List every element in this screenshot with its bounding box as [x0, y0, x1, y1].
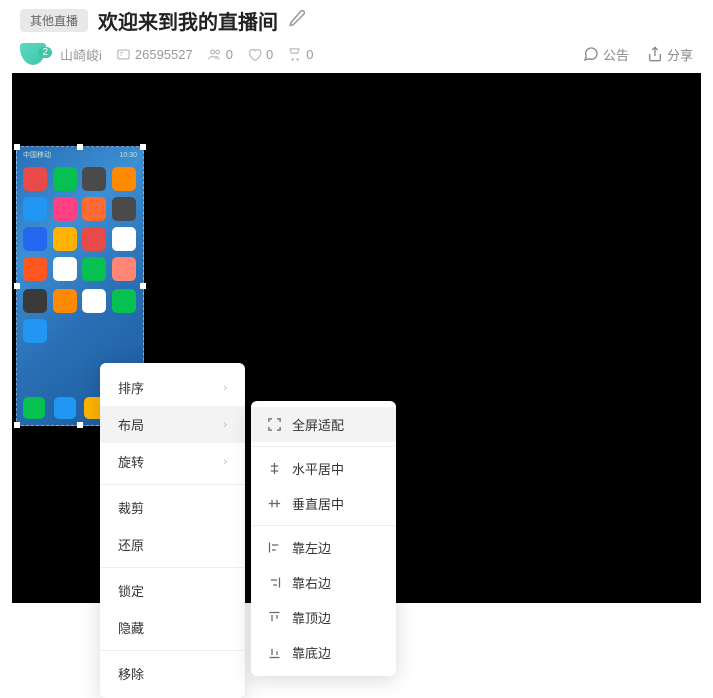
app-icon: [53, 167, 77, 191]
ctx-restore[interactable]: 还原: [100, 526, 245, 563]
align-top-icon: [267, 610, 282, 625]
sub-vcenter[interactable]: 垂直居中: [251, 486, 396, 521]
stream-title: 欢迎来到我的直播间: [98, 6, 278, 35]
resize-handle[interactable]: [77, 144, 83, 150]
sub-top[interactable]: 靠顶边: [251, 600, 396, 635]
resize-handle[interactable]: [140, 144, 146, 150]
app-icon: [112, 289, 136, 313]
app-icon: [82, 227, 106, 251]
align-right-icon: [267, 575, 282, 590]
separator: [100, 650, 245, 651]
context-menu: 排序› 布局› 旋转› 裁剪 还原 锁定 隐藏 移除: [100, 363, 245, 698]
stream-canvas[interactable]: 中国移动10:30 排序› 布局› 旋转› 裁剪 还原 锁定 隐藏 移除 全屏适…: [12, 73, 701, 603]
separator: [251, 525, 396, 526]
app-icon: [82, 197, 106, 221]
id-value: 26595527: [135, 47, 193, 62]
category-tag[interactable]: 其他直播: [20, 9, 88, 32]
level-badge[interactable]: 2: [20, 43, 46, 65]
sub-left[interactable]: 靠左边: [251, 530, 396, 565]
app-icon: [112, 167, 136, 191]
likes-stat: 0: [247, 47, 273, 62]
gifts-stat: 0: [287, 47, 313, 62]
app-icon: [23, 167, 47, 191]
app-icon: [23, 257, 47, 281]
app-grid-2: [17, 285, 143, 347]
ctx-layout[interactable]: 布局›: [100, 406, 245, 443]
share-button[interactable]: 分享: [647, 45, 693, 64]
resize-handle[interactable]: [77, 422, 83, 428]
chevron-right-icon: ›: [223, 382, 227, 394]
chevron-right-icon: ›: [223, 456, 227, 468]
shield-icon: 2: [20, 43, 46, 65]
gifts-count: 0: [306, 47, 313, 62]
app-icon: [112, 197, 136, 221]
chevron-right-icon: ›: [223, 419, 227, 431]
app-icon: [112, 257, 136, 281]
app-icon: [23, 227, 47, 251]
app-icon: [23, 289, 47, 313]
separator: [100, 567, 245, 568]
app-icon: [82, 289, 106, 313]
resize-handle[interactable]: [14, 283, 20, 289]
app-icon: [23, 197, 47, 221]
resize-handle[interactable]: [14, 422, 20, 428]
resize-handle[interactable]: [14, 144, 20, 150]
app-grid: [17, 163, 143, 285]
ctx-crop[interactable]: 裁剪: [100, 489, 245, 526]
app-icon: [53, 257, 77, 281]
ctx-lock[interactable]: 锁定: [100, 572, 245, 609]
app-icon: [53, 289, 77, 313]
id-stat: 26595527: [116, 47, 193, 62]
ctx-remove[interactable]: 移除: [100, 655, 245, 692]
dock-icon: [54, 397, 76, 419]
sub-hcenter[interactable]: 水平居中: [251, 451, 396, 486]
app-icon: [82, 167, 106, 191]
sub-right[interactable]: 靠右边: [251, 565, 396, 600]
app-icon: [53, 227, 77, 251]
app-icon: [112, 227, 136, 251]
dock-icon: [23, 397, 45, 419]
streamer-name[interactable]: 山崎峻i: [60, 45, 102, 64]
app-icon: [82, 257, 106, 281]
edit-icon[interactable]: [288, 9, 306, 32]
stream-header: 其他直播 欢迎来到我的直播间 2 山崎峻i 26595527 0 0 0: [0, 0, 713, 73]
sub-fullscreen[interactable]: 全屏适配: [251, 407, 396, 442]
viewers-stat: 0: [207, 47, 233, 62]
align-bottom-icon: [267, 645, 282, 660]
align-left-icon: [267, 540, 282, 555]
ctx-rotate[interactable]: 旋转›: [100, 443, 245, 480]
viewers-count: 0: [226, 47, 233, 62]
ctx-hide[interactable]: 隐藏: [100, 609, 245, 646]
separator: [100, 484, 245, 485]
app-icon: [53, 197, 77, 221]
fullscreen-icon: [267, 417, 282, 432]
sub-bottom[interactable]: 靠底边: [251, 635, 396, 670]
resize-handle[interactable]: [140, 283, 146, 289]
hcenter-icon: [267, 461, 282, 476]
separator: [251, 446, 396, 447]
layout-submenu: 全屏适配 水平居中 垂直居中 靠左边 靠右边 靠顶边 靠底边: [251, 401, 396, 676]
ctx-sort[interactable]: 排序›: [100, 369, 245, 406]
likes-count: 0: [266, 47, 273, 62]
announce-label: 公告: [603, 45, 629, 64]
share-label: 分享: [667, 45, 693, 64]
vcenter-icon: [267, 496, 282, 511]
announce-button[interactable]: 公告: [583, 45, 629, 64]
app-icon: [23, 319, 47, 343]
